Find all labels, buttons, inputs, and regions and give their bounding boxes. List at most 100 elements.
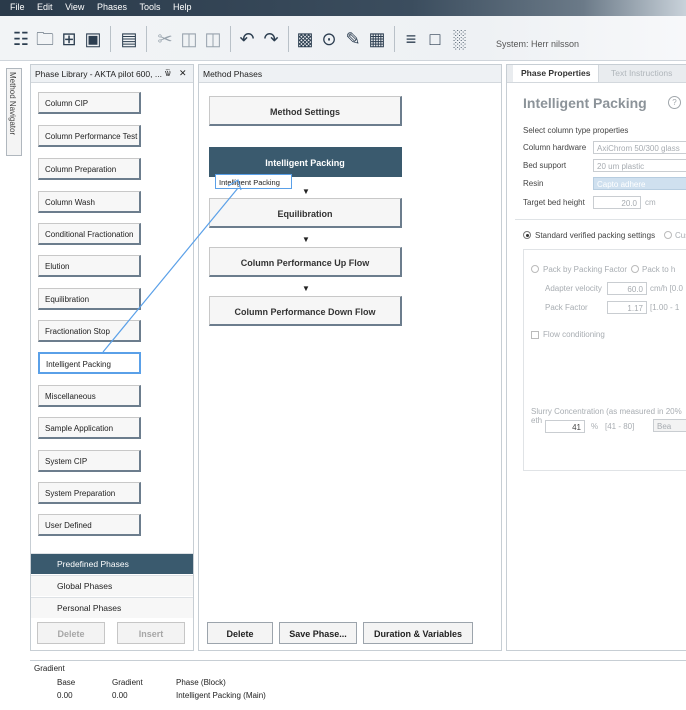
menu-view[interactable]: View [65, 2, 84, 12]
new-method-icon[interactable]: ☷ [10, 28, 32, 50]
slurry-range: [41 - 80] [605, 422, 635, 431]
pack-to-height-label: Pack to h [642, 265, 676, 274]
library-item-equilibration[interactable]: Equilibration [38, 288, 141, 310]
adapter-velocity-field[interactable]: 60.0 [607, 282, 647, 295]
custom-settings-label: Cust [675, 231, 686, 240]
tab-global-phases[interactable]: Global Phases [31, 575, 193, 596]
gradient-panel: Gradient Base Gradient Phase (Block) 0.0… [30, 660, 686, 710]
library-item-column-performance-test[interactable]: Column Performance Test [38, 125, 141, 147]
library-item-sample-application[interactable]: Sample Application [38, 417, 141, 439]
phase-delete-button[interactable]: Delete [207, 622, 273, 644]
slurry-bead-button[interactable]: Bea [653, 419, 686, 432]
toolbar: ☷ 🗀 ⊞ ▣ ▤ ✂ ◫ ◫ ↶ ↷ ▩ ⊙ ✎ ▦ ≡ □ ░ [0, 16, 686, 61]
adapter-velocity-unit: cm/h [0.0 [650, 284, 683, 293]
tab-text-instructions[interactable]: Text Instructions [603, 65, 680, 82]
run-icon[interactable]: ▩ [294, 28, 316, 50]
standard-settings-label: Standard verified packing settings [535, 231, 656, 240]
standard-settings-radio[interactable] [523, 231, 531, 239]
library-item-user-defined[interactable]: User Defined [38, 514, 141, 536]
gradient-header-phase: Phase (Block) [176, 678, 226, 687]
method-phases-panel: Method Phases Method Settings Intelligen… [198, 64, 502, 651]
column-hardware-label: Column hardware [523, 143, 587, 152]
library-item-fractionation-stop[interactable]: Fractionation Stop [38, 320, 141, 342]
library-item-miscellaneous[interactable]: Miscellaneous [38, 385, 141, 407]
resin-field[interactable]: Capto adhere [593, 177, 686, 190]
tab-predefined-phases[interactable]: Predefined Phases [31, 553, 193, 574]
library-item-intelligent-packing[interactable]: Intelligent Packing [38, 352, 141, 374]
menu-edit[interactable]: Edit [37, 2, 53, 12]
menu-tools[interactable]: Tools [139, 2, 160, 12]
slurry-concentration-field[interactable]: 41 [545, 420, 585, 433]
duration-variables-button[interactable]: Duration & Variables [363, 622, 473, 644]
bed-support-label: Bed support [523, 161, 567, 170]
phase-library-panel: Phase Library - AKTA pilot 600, ... ѿ ✕ … [30, 64, 194, 651]
copy-icon[interactable]: ◫ [178, 28, 200, 50]
pack-factor-range: [1.00 - 1 [650, 303, 680, 312]
down-arrow-icon: ▼ [302, 235, 310, 244]
pack-factor-field[interactable]: 1.17 [607, 301, 647, 314]
drag-chip-intelligent-packing: Intelligent Packing [215, 174, 292, 189]
chart-icon[interactable]: ░ [448, 28, 470, 50]
pack-to-height-radio[interactable] [631, 265, 639, 273]
library-item-column-cip[interactable]: Column CIP [38, 92, 141, 114]
method-navigator-label: Method Navigator [8, 72, 17, 136]
gradient-cell-phase: Intelligent Packing (Main) [176, 691, 266, 700]
redo-icon[interactable]: ↷ [260, 28, 282, 50]
paste-icon[interactable]: ◫ [202, 28, 224, 50]
compare-icon[interactable]: ⊞ [58, 28, 80, 50]
undo-icon[interactable]: ↶ [236, 28, 258, 50]
save-phase-button[interactable]: Save Phase... [279, 622, 357, 644]
down-arrow-icon: ▼ [302, 187, 310, 196]
open-folder-icon[interactable]: 🗀 [34, 28, 56, 50]
packing-settings-group [523, 249, 686, 471]
method-navigator-tab[interactable]: Method Navigator [6, 68, 22, 156]
tab-phase-properties[interactable]: Phase Properties [513, 65, 600, 82]
phase-intelligent-packing[interactable]: Intelligent Packing [209, 147, 402, 177]
pin-icon[interactable]: ѿ [165, 68, 171, 78]
record-icon[interactable]: ⊙ [318, 28, 340, 50]
library-item-conditional-fractionation[interactable]: Conditional Fractionation [38, 223, 141, 245]
column-hardware-field[interactable]: AxiChrom 50/300 glass [593, 141, 686, 154]
save-icon[interactable]: ▣ [82, 28, 104, 50]
target-height-field[interactable]: 20.0 [593, 196, 641, 209]
cut-icon[interactable]: ✂ [154, 28, 176, 50]
close-icon[interactable]: ✕ [179, 68, 187, 79]
pack-by-factor-radio[interactable] [531, 265, 539, 273]
tab-personal-phases[interactable]: Personal Phases [31, 597, 193, 618]
down-arrow-icon: ▼ [302, 284, 310, 293]
custom-settings-radio[interactable] [664, 231, 672, 239]
phase-column-performance-up-flow[interactable]: Column Performance Up Flow [209, 247, 402, 277]
library-insert-button[interactable]: Insert [117, 622, 185, 644]
select-type-label: Select column type properties [523, 126, 629, 135]
print-icon[interactable]: ▤ [118, 28, 140, 50]
resin-label: Resin [523, 179, 544, 188]
settings-icon[interactable]: ≡ [400, 28, 422, 50]
library-delete-button[interactable]: Delete [37, 622, 105, 644]
method-settings-button[interactable]: Method Settings [209, 96, 402, 126]
report-icon[interactable]: ▦ [366, 28, 388, 50]
edit-icon[interactable]: ✎ [342, 28, 364, 50]
properties-title: Intelligent Packing [523, 95, 647, 111]
library-item-system-cip[interactable]: System CIP [38, 450, 141, 472]
target-height-unit: cm [645, 198, 656, 207]
gradient-cell-gradient: 0.00 [112, 691, 128, 700]
menu-phases[interactable]: Phases [97, 2, 127, 12]
gradient-header-gradient: Gradient [112, 678, 143, 687]
method-phases-title: Method Phases [203, 69, 263, 79]
library-item-system-preparation[interactable]: System Preparation [38, 482, 141, 504]
library-item-column-preparation[interactable]: Column Preparation [38, 158, 141, 180]
help-icon[interactable]: ? [668, 96, 681, 109]
gradient-title: Gradient [34, 664, 65, 673]
library-item-column-wash[interactable]: Column Wash [38, 191, 141, 213]
slurry-unit: % [591, 422, 599, 431]
menu-help[interactable]: Help [173, 2, 192, 12]
phase-equilibration[interactable]: Equilibration [209, 198, 402, 228]
phase-library-header: Phase Library - AKTA pilot 600, ... ѿ ✕ [31, 65, 193, 83]
menu-file[interactable]: File [10, 2, 25, 12]
library-item-elution[interactable]: Elution [38, 255, 141, 277]
phase-column-performance-down-flow[interactable]: Column Performance Down Flow [209, 296, 402, 326]
gradient-header-base: Base [57, 678, 76, 687]
frame-icon[interactable]: □ [424, 28, 446, 50]
bed-support-field[interactable]: 20 um plastic [593, 159, 686, 172]
flow-conditioning-checkbox[interactable] [531, 331, 539, 339]
